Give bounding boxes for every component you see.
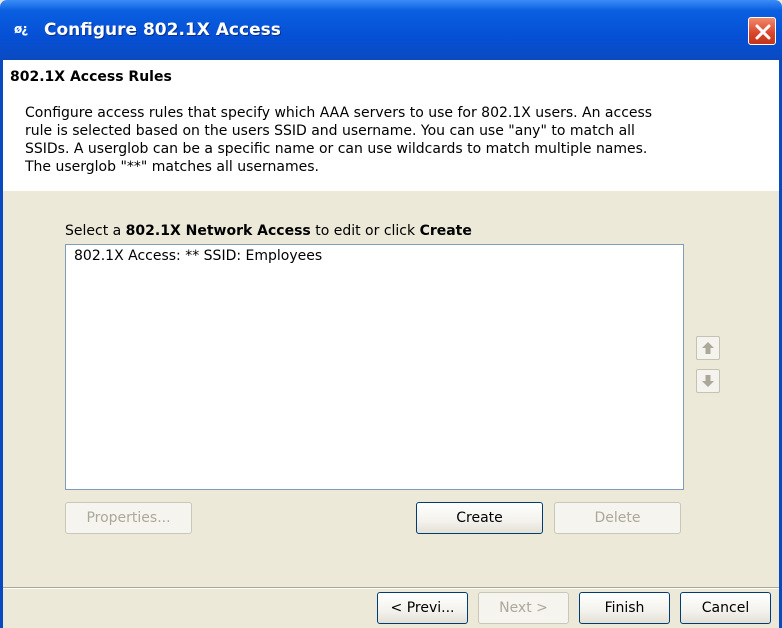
description-text: Configure access rules that specify whic…: [25, 105, 653, 175]
access-rules-list[interactable]: 802.1X Access: ** SSID: Employees: [65, 244, 684, 490]
cancel-button[interactable]: Cancel: [680, 592, 771, 624]
arrow-down-icon: [702, 375, 714, 387]
create-button[interactable]: Create: [416, 502, 543, 534]
list-item[interactable]: 802.1X Access: ** SSID: Employees: [74, 248, 322, 264]
move-up-button[interactable]: [696, 336, 720, 360]
app-icon: ø¿: [14, 22, 28, 36]
list-caption-middle: to edit or click: [310, 223, 420, 239]
footer-divider: [3, 587, 779, 589]
properties-button[interactable]: Properties...: [65, 502, 192, 534]
window-title: Configure 802.1X Access: [44, 20, 281, 40]
content-area: Select a 802.1X Network Access to edit o…: [3, 191, 779, 628]
list-caption-prefix: Select a: [65, 223, 126, 239]
previous-button[interactable]: < Previ...: [377, 592, 468, 624]
close-button[interactable]: [748, 17, 776, 45]
section-title: 802.1X Access Rules: [10, 69, 172, 85]
finish-button[interactable]: Finish: [579, 592, 670, 624]
list-caption: Select a 802.1X Network Access to edit o…: [65, 223, 472, 239]
list-caption-action: Create: [419, 223, 472, 239]
next-button[interactable]: Next >: [478, 592, 569, 624]
title-bar: ø¿ Configure 802.1X Access: [0, 0, 782, 60]
close-icon: [755, 24, 771, 40]
delete-button[interactable]: Delete: [554, 502, 681, 534]
header-panel: 802.1X Access Rules Configure access rul…: [3, 60, 779, 191]
arrow-up-icon: [702, 342, 714, 354]
move-down-button[interactable]: [696, 369, 720, 393]
list-caption-object: 802.1X Network Access: [125, 223, 311, 239]
